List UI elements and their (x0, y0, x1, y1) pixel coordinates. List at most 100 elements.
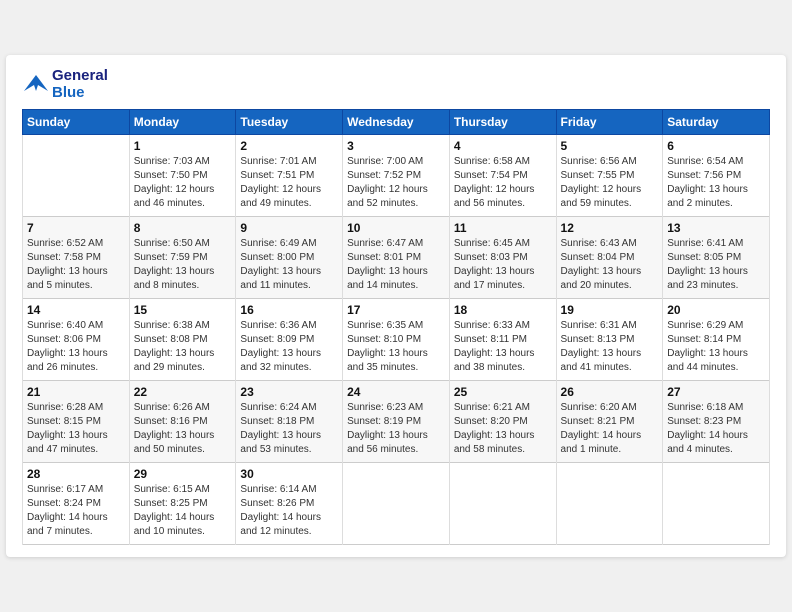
day-info: Sunrise: 6:56 AM Sunset: 7:55 PM Dayligh… (561, 155, 659, 211)
calendar-table: SundayMondayTuesdayWednesdayThursdayFrid… (22, 109, 770, 545)
day-number: 28 (27, 467, 125, 481)
day-number: 3 (347, 139, 445, 153)
day-info: Sunrise: 6:18 AM Sunset: 8:23 PM Dayligh… (667, 401, 765, 457)
logo-text: General Blue (52, 67, 108, 102)
calendar-container: General Blue SundayMondayTuesdayWednesda… (6, 55, 786, 558)
calendar-cell: 29 Sunrise: 6:15 AM Sunset: 8:25 PM Dayli… (129, 463, 236, 545)
weekday-header: Monday (129, 110, 236, 135)
calendar-cell: 15 Sunrise: 6:38 AM Sunset: 8:08 PM Dayli… (129, 299, 236, 381)
day-number: 4 (454, 139, 552, 153)
day-number: 26 (561, 385, 659, 399)
day-number: 14 (27, 303, 125, 317)
weekday-header: Tuesday (236, 110, 343, 135)
day-info: Sunrise: 6:40 AM Sunset: 8:06 PM Dayligh… (27, 319, 125, 375)
day-info: Sunrise: 6:23 AM Sunset: 8:19 PM Dayligh… (347, 401, 445, 457)
calendar-cell: 9 Sunrise: 6:49 AM Sunset: 8:00 PM Daylig… (236, 217, 343, 299)
calendar-cell: 11 Sunrise: 6:45 AM Sunset: 8:03 PM Dayli… (449, 217, 556, 299)
day-info: Sunrise: 6:21 AM Sunset: 8:20 PM Dayligh… (454, 401, 552, 457)
calendar-cell: 14 Sunrise: 6:40 AM Sunset: 8:06 PM Dayli… (23, 299, 130, 381)
calendar-cell (449, 463, 556, 545)
calendar-cell: 8Sunrise: 6:50 AM Sunset: 7:59 PM Daylig… (129, 217, 236, 299)
day-info: Sunrise: 6:33 AM Sunset: 8:11 PM Dayligh… (454, 319, 552, 375)
calendar-cell: 26Sunrise: 6:20 AM Sunset: 8:21 PM Dayli… (556, 381, 663, 463)
day-number: 19 (561, 303, 659, 317)
day-info: Sunrise: 6:17 AM Sunset: 8:24 PM Dayligh… (27, 483, 125, 539)
weekday-header: Sunday (23, 110, 130, 135)
logo-icon (22, 73, 50, 95)
day-info: Sunrise: 6:49 AM Sunset: 8:00 PM Dayligh… (240, 237, 338, 293)
calendar-cell: 13Sunrise: 6:41 AM Sunset: 8:05 PM Dayli… (663, 217, 770, 299)
calendar-body: 1 Sunrise: 7:03 AM Sunset: 7:50 PM Daylig… (23, 135, 770, 545)
weekday-header: Wednesday (343, 110, 450, 135)
calendar-cell: 30Sunrise: 6:14 AM Sunset: 8:26 PM Dayli… (236, 463, 343, 545)
day-info: Sunrise: 6:29 AM Sunset: 8:14 PM Dayligh… (667, 319, 765, 375)
calendar-cell: 7 Sunrise: 6:52 AM Sunset: 7:58 PM Daylig… (23, 217, 130, 299)
day-info: Sunrise: 6:52 AM Sunset: 7:58 PM Dayligh… (27, 237, 125, 293)
calendar-cell (343, 463, 450, 545)
day-info: Sunrise: 7:03 AM Sunset: 7:50 PM Dayligh… (134, 155, 232, 211)
calendar-week-row: 1 Sunrise: 7:03 AM Sunset: 7:50 PM Daylig… (23, 135, 770, 217)
day-number: 9 (240, 221, 338, 235)
day-number: 2 (240, 139, 338, 153)
weekday-row: SundayMondayTuesdayWednesdayThursdayFrid… (23, 110, 770, 135)
calendar-week-row: 28 Sunrise: 6:17 AM Sunset: 8:24 PM Dayli… (23, 463, 770, 545)
calendar-cell: 18 Sunrise: 6:33 AM Sunset: 8:11 PM Dayli… (449, 299, 556, 381)
calendar-cell: 17Sunrise: 6:35 AM Sunset: 8:10 PM Dayli… (343, 299, 450, 381)
calendar-cell: 27 Sunrise: 6:18 AM Sunset: 8:23 PM Dayli… (663, 381, 770, 463)
day-number: 25 (454, 385, 552, 399)
calendar-cell: 4Sunrise: 6:58 AM Sunset: 7:54 PM Daylig… (449, 135, 556, 217)
calendar-cell: 23 Sunrise: 6:24 AM Sunset: 8:18 PM Dayli… (236, 381, 343, 463)
calendar-cell: 28 Sunrise: 6:17 AM Sunset: 8:24 PM Dayli… (23, 463, 130, 545)
calendar-cell (663, 463, 770, 545)
day-info: Sunrise: 6:36 AM Sunset: 8:09 PM Dayligh… (240, 319, 338, 375)
day-number: 21 (27, 385, 125, 399)
calendar-cell (23, 135, 130, 217)
day-number: 23 (240, 385, 338, 399)
calendar-cell: 25 Sunrise: 6:21 AM Sunset: 8:20 PM Dayli… (449, 381, 556, 463)
day-number: 10 (347, 221, 445, 235)
weekday-header: Thursday (449, 110, 556, 135)
calendar-cell: 16 Sunrise: 6:36 AM Sunset: 8:09 PM Dayli… (236, 299, 343, 381)
day-info: Sunrise: 6:15 AM Sunset: 8:25 PM Dayligh… (134, 483, 232, 539)
day-number: 11 (454, 221, 552, 235)
calendar-cell: 6Sunrise: 6:54 AM Sunset: 7:56 PM Daylig… (663, 135, 770, 217)
calendar-cell: 20 Sunrise: 6:29 AM Sunset: 8:14 PM Dayli… (663, 299, 770, 381)
calendar-week-row: 7 Sunrise: 6:52 AM Sunset: 7:58 PM Daylig… (23, 217, 770, 299)
day-number: 29 (134, 467, 232, 481)
calendar-header: SundayMondayTuesdayWednesdayThursdayFrid… (23, 110, 770, 135)
calendar-cell: 3 Sunrise: 7:00 AM Sunset: 7:52 PM Daylig… (343, 135, 450, 217)
calendar-week-row: 21 Sunrise: 6:28 AM Sunset: 8:15 PM Dayli… (23, 381, 770, 463)
day-info: Sunrise: 7:01 AM Sunset: 7:51 PM Dayligh… (240, 155, 338, 211)
calendar-cell: 10 Sunrise: 6:47 AM Sunset: 8:01 PM Dayli… (343, 217, 450, 299)
day-number: 5 (561, 139, 659, 153)
day-info: Sunrise: 6:28 AM Sunset: 8:15 PM Dayligh… (27, 401, 125, 457)
day-info: Sunrise: 6:24 AM Sunset: 8:18 PM Dayligh… (240, 401, 338, 457)
day-number: 27 (667, 385, 765, 399)
day-number: 20 (667, 303, 765, 317)
day-number: 15 (134, 303, 232, 317)
day-number: 12 (561, 221, 659, 235)
calendar-cell: 5 Sunrise: 6:56 AM Sunset: 7:55 PM Daylig… (556, 135, 663, 217)
day-info: Sunrise: 6:35 AM Sunset: 8:10 PM Dayligh… (347, 319, 445, 375)
day-info: Sunrise: 6:47 AM Sunset: 8:01 PM Dayligh… (347, 237, 445, 293)
calendar-cell: 22Sunrise: 6:26 AM Sunset: 8:16 PM Dayli… (129, 381, 236, 463)
calendar-cell (556, 463, 663, 545)
day-number: 24 (347, 385, 445, 399)
day-info: Sunrise: 6:45 AM Sunset: 8:03 PM Dayligh… (454, 237, 552, 293)
calendar-week-row: 14 Sunrise: 6:40 AM Sunset: 8:06 PM Dayli… (23, 299, 770, 381)
day-info: Sunrise: 7:00 AM Sunset: 7:52 PM Dayligh… (347, 155, 445, 211)
day-number: 30 (240, 467, 338, 481)
day-number: 18 (454, 303, 552, 317)
day-number: 16 (240, 303, 338, 317)
day-info: Sunrise: 6:26 AM Sunset: 8:16 PM Dayligh… (134, 401, 232, 457)
calendar-cell: 1 Sunrise: 7:03 AM Sunset: 7:50 PM Daylig… (129, 135, 236, 217)
day-info: Sunrise: 6:38 AM Sunset: 8:08 PM Dayligh… (134, 319, 232, 375)
day-number: 7 (27, 221, 125, 235)
logo-area: General Blue (22, 67, 108, 102)
day-number: 1 (134, 139, 232, 153)
day-info: Sunrise: 6:41 AM Sunset: 8:05 PM Dayligh… (667, 237, 765, 293)
day-number: 6 (667, 139, 765, 153)
day-info: Sunrise: 6:31 AM Sunset: 8:13 PM Dayligh… (561, 319, 659, 375)
weekday-header: Friday (556, 110, 663, 135)
day-number: 8 (134, 221, 232, 235)
